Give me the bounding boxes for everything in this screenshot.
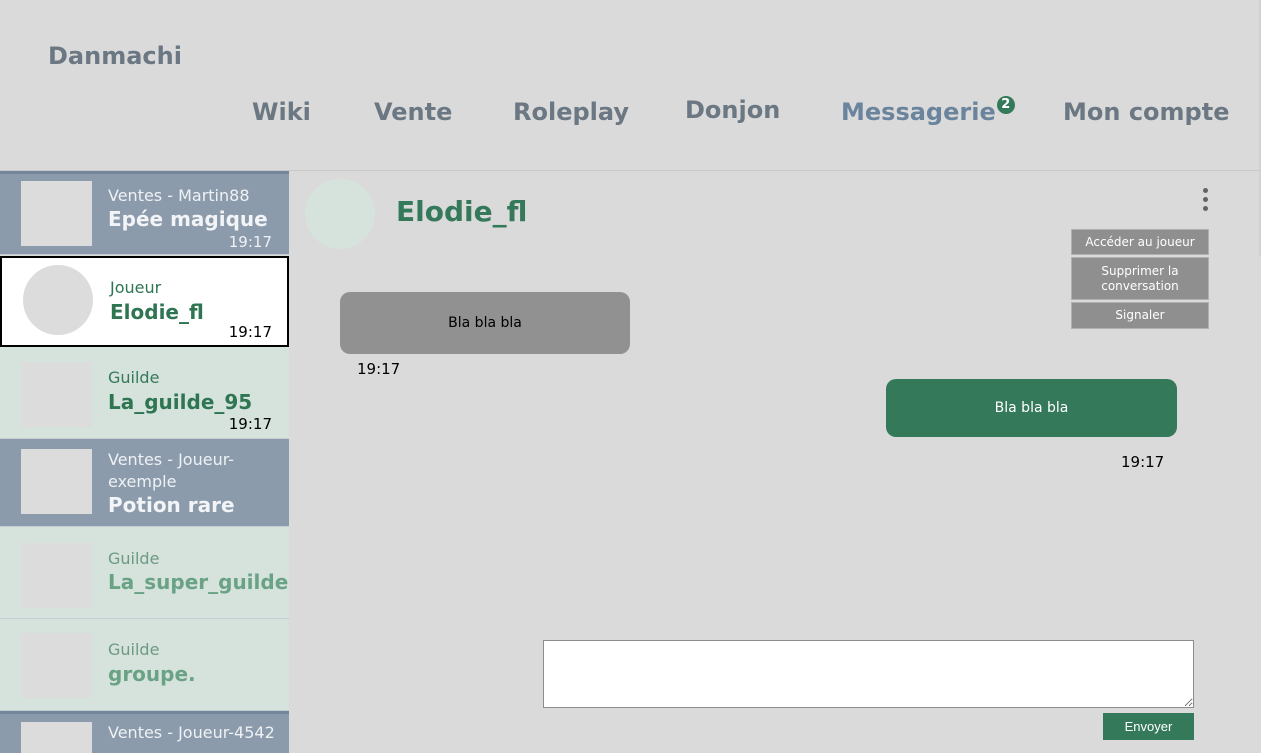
conversation-name: Potion rare xyxy=(108,493,235,517)
message-input[interactable] xyxy=(543,640,1194,708)
conversation-item[interactable]: Guilde La_super_guilde xyxy=(0,527,289,619)
menu-report[interactable]: Signaler xyxy=(1071,302,1209,329)
message-time: 19:17 xyxy=(1121,453,1165,471)
menu-view-player[interactable]: Accéder au joueur xyxy=(1071,229,1209,255)
nav-messagerie-label: Messagerie xyxy=(841,98,996,126)
conversation-item[interactable]: Guilde groupe. xyxy=(0,619,289,711)
conversation-type: Guilde xyxy=(108,549,160,568)
unread-badge: 2 xyxy=(996,96,1015,114)
message-time: 19:17 xyxy=(357,360,401,378)
conversation-name: groupe. xyxy=(108,662,196,686)
conversation-name: La_guilde_95 xyxy=(108,390,253,414)
brand-logo-text[interactable]: Danmachi xyxy=(48,42,182,70)
conversation-item[interactable]: Guilde La_guilde_95 19:17 xyxy=(0,347,289,439)
conversation-type: Guilde xyxy=(108,640,160,659)
guild-thumbnail xyxy=(21,362,92,427)
main-nav: Wiki Vente Roleplay Donjon Messagerie 2 … xyxy=(0,96,1261,138)
nav-roleplay[interactable]: Roleplay xyxy=(513,98,629,126)
conversation-type: Ventes - Martin88 xyxy=(108,186,250,205)
player-avatar xyxy=(23,265,93,335)
conversation-item[interactable]: Ventes - Joueur-exemple Potion rare xyxy=(0,439,289,527)
conversation-item-selected[interactable]: Joueur Elodie_fl 19:17 xyxy=(0,256,289,347)
send-button[interactable]: Envoyer xyxy=(1103,713,1194,740)
conversation-item[interactable]: Ventes - Joueur-4542 xyxy=(0,711,289,753)
conversation-type: Ventes - Joueur-4542 xyxy=(108,723,275,742)
conversation-type: Guilde xyxy=(108,368,160,387)
item-thumbnail xyxy=(21,722,92,753)
item-thumbnail xyxy=(21,449,92,514)
message-outgoing: Bla bla bla xyxy=(886,379,1177,437)
nav-messagerie[interactable]: Messagerie 2 xyxy=(841,96,1015,126)
nav-donjon[interactable]: Donjon xyxy=(685,96,780,124)
nav-vente[interactable]: Vente xyxy=(374,98,452,126)
nav-wiki[interactable]: Wiki xyxy=(252,98,311,126)
conversation-type: Ventes - Joueur-exemple xyxy=(108,450,235,491)
message-incoming: Bla bla bla xyxy=(340,292,630,354)
guild-thumbnail xyxy=(21,633,92,698)
conversation-time: 19:17 xyxy=(228,233,272,251)
conversation-time: 19:17 xyxy=(228,415,272,433)
conversation-name: Elodie_fl xyxy=(110,300,204,324)
menu-delete-conversation[interactable]: Supprimer la conversation xyxy=(1071,257,1209,300)
conversation-list[interactable]: Ventes - Martin88 Epée magique 19:17 Jou… xyxy=(0,171,289,753)
conversation-name: Epée magique xyxy=(108,207,268,231)
guild-thumbnail xyxy=(21,543,92,608)
contact-avatar[interactable] xyxy=(305,179,375,249)
conversation-time: 19:17 xyxy=(228,323,272,341)
more-options-icon[interactable] xyxy=(1197,188,1213,216)
conversation-name: La_super_guilde xyxy=(108,570,289,594)
contact-name[interactable]: Elodie_fl xyxy=(396,195,527,228)
conversation-item[interactable]: Ventes - Martin88 Epée magique 19:17 xyxy=(0,171,289,255)
nav-mon-compte[interactable]: Mon compte xyxy=(1063,98,1229,126)
conversation-type: Joueur xyxy=(110,278,162,297)
item-thumbnail xyxy=(21,181,92,246)
